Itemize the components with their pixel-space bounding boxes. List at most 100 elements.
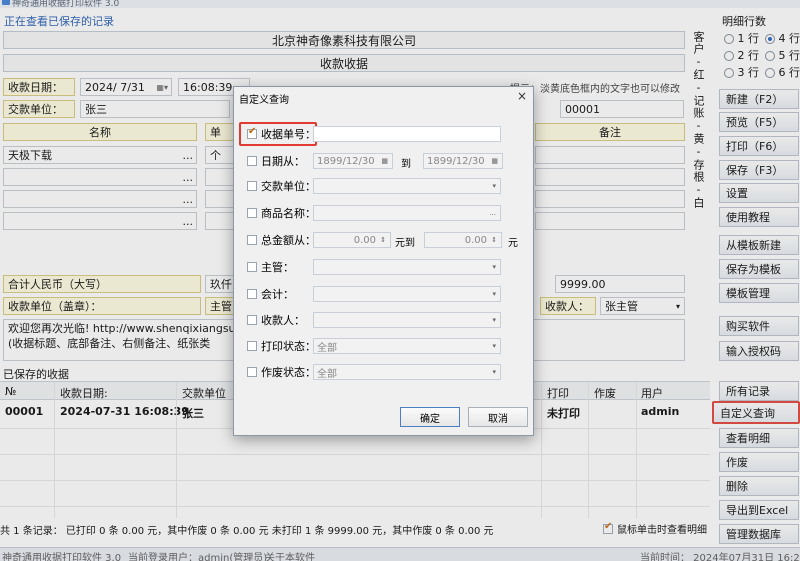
amount-unit-label: 元 <box>508 238 518 249</box>
item-picker-button[interactable]: ... <box>183 149 194 162</box>
col-header-unit: 单 <box>205 123 235 141</box>
ok-button[interactable]: 确定 <box>400 407 460 427</box>
item-unit-4[interactable] <box>205 212 235 230</box>
item-unit-2[interactable] <box>205 168 235 186</box>
settings-button[interactable]: 设置 <box>719 183 799 203</box>
enter-license-button[interactable]: 输入授权码 <box>719 341 799 361</box>
item-note-1[interactable] <box>535 146 685 164</box>
item-note-4[interactable] <box>535 212 685 230</box>
calendar-dropdown-icon[interactable]: ▦▾ <box>156 83 168 92</box>
cancel-button[interactable]: 取消 <box>468 407 528 427</box>
item-unit-3[interactable] <box>205 190 235 208</box>
export-excel-button[interactable]: 导出到Excel <box>719 500 799 520</box>
payer-select[interactable]: ▾ <box>313 178 501 194</box>
amount-to-label: 元到 <box>395 238 415 249</box>
all-records-button[interactable]: 所有记录 <box>719 381 799 401</box>
total-chinese-amount: 玖仟 <box>205 275 235 293</box>
payer-input[interactable]: 张三 <box>80 100 230 118</box>
custom-query-dialog: 自定义查询 × ✔ 收据单号： 日期从： 1899/12/30 ▦ 到 1899/… <box>233 86 534 436</box>
product-checkbox[interactable]: 商品名称： <box>247 204 316 222</box>
amount-checkbox[interactable]: 总金额从： <box>247 231 316 249</box>
window-titlebar: 神奇通用收据打印软件 3.0 <box>0 0 800 9</box>
print-status-checkbox[interactable]: 打印状态： <box>247 337 316 355</box>
status-bar: 神奇通用收据打印软件 3.0 当前登录用户：admin(管理员) 关于本软件 当… <box>0 547 800 561</box>
print-button[interactable]: 打印（F6） <box>719 136 799 156</box>
chevron-down-icon: ▾ <box>492 263 496 271</box>
void-button[interactable]: 作废 <box>719 452 799 472</box>
receipt-no-checkbox[interactable]: ✔ 收据单号： <box>247 125 316 143</box>
manage-database-button[interactable]: 管理数据库 <box>719 524 799 544</box>
col-printed[interactable]: 打印 <box>547 385 569 401</box>
void-status-checkbox[interactable]: 作废状态： <box>247 363 316 381</box>
rows-option-3[interactable]: 3 行 <box>724 64 759 81</box>
amount-to-input[interactable]: 0.00 ⇕ <box>424 232 502 248</box>
receipt-number-field[interactable]: 00001 <box>560 100 684 118</box>
chevron-down-icon: ▾ <box>492 290 496 298</box>
preview-button[interactable]: 预览（F5） <box>719 112 799 132</box>
item-note-2[interactable] <box>535 168 685 186</box>
save-as-template-button[interactable]: 保存为模板 <box>719 259 799 279</box>
rows-panel-title: 明细行数 <box>722 15 766 28</box>
item-picker-button[interactable]: ... <box>183 215 194 228</box>
rows-option-6[interactable]: 6 行 <box>765 64 800 81</box>
template-manage-button[interactable]: 模板管理 <box>719 283 799 303</box>
new-button[interactable]: 新建（F2） <box>719 89 799 109</box>
viewing-status-label: 正在查看已保存的记录 <box>4 15 114 28</box>
product-input[interactable]: ... <box>313 205 501 221</box>
chevron-down-icon: ▾ <box>492 316 496 324</box>
receipt-no-input[interactable] <box>313 126 501 142</box>
item-name-2[interactable]: ... <box>3 168 197 186</box>
col-void[interactable]: 作废 <box>594 385 616 401</box>
view-details-button[interactable]: 查看明细 <box>719 428 799 448</box>
app-icon <box>2 0 10 5</box>
chevron-down-icon: ▾ <box>492 368 496 376</box>
payee-checkbox[interactable]: 收款人： <box>247 311 305 329</box>
rows-option-1[interactable]: 1 行 <box>724 30 759 47</box>
buy-software-button[interactable]: 购买软件 <box>719 316 799 336</box>
col-user[interactable]: 用户 <box>641 385 663 401</box>
col-no[interactable]: № <box>5 385 16 398</box>
total-label: 合计人民币（大写） <box>3 275 201 293</box>
close-icon[interactable]: × <box>517 89 527 103</box>
accountant-select[interactable]: ▾ <box>313 286 501 302</box>
print-status-select[interactable]: 全部 ▾ <box>313 338 501 354</box>
date-to-picker[interactable]: 1899/12/30 ▦ <box>423 153 503 169</box>
delete-button[interactable]: 删除 <box>719 476 799 496</box>
tutorial-button[interactable]: 使用教程 <box>719 207 799 227</box>
seal-label: 收款单位（盖章）： <box>3 297 201 315</box>
click-view-checkbox[interactable]: ✔ 鼠标单击时查看明细 <box>603 521 707 536</box>
total-amount: 9999.00 <box>555 275 685 293</box>
amount-from-input[interactable]: 0.00 ⇕ <box>313 232 391 248</box>
col-header-name: 名称 <box>3 123 197 141</box>
manager-select[interactable]: ▾ <box>313 259 501 275</box>
payer-checkbox[interactable]: 交款单位： <box>247 177 316 195</box>
item-picker-button[interactable]: ... <box>183 171 194 184</box>
col-payer[interactable]: 交款单位 <box>182 385 226 401</box>
rows-option-2[interactable]: 2 行 <box>724 47 759 64</box>
company-field[interactable]: 北京神奇像素科技有限公司 <box>3 31 685 49</box>
item-name-3[interactable]: ... <box>3 190 197 208</box>
item-picker-button[interactable]: ... <box>183 193 194 206</box>
item-note-3[interactable] <box>535 190 685 208</box>
item-name-1[interactable]: 天极下载 ... <box>3 146 197 164</box>
item-name-4[interactable]: ... <box>3 212 197 230</box>
rows-option-5[interactable]: 5 行 <box>765 47 800 64</box>
payee-select[interactable]: ▾ <box>313 312 501 328</box>
custom-query-button[interactable]: 自定义查询 <box>712 401 800 424</box>
new-from-template-button[interactable]: 从模板新建 <box>719 235 799 255</box>
void-status-select[interactable]: 全部 ▾ <box>313 364 501 380</box>
rows-option-4[interactable]: 4 行 <box>765 30 800 47</box>
col-date[interactable]: 收款日期: <box>60 385 108 401</box>
manager-checkbox[interactable]: 主管： <box>247 258 294 276</box>
payee-select[interactable]: 张主管 ▾ <box>600 297 685 315</box>
about-link[interactable]: 关于本软件 <box>265 549 315 561</box>
date-from-picker[interactable]: 1899/12/30 ▦ <box>313 153 393 169</box>
receipt-heading-field[interactable]: 收款收据 <box>3 54 685 72</box>
date-from-checkbox[interactable]: 日期从： <box>247 152 305 170</box>
date-picker[interactable]: 2024/ 7/31 ▦▾ <box>80 78 172 96</box>
col-header-note: 备注 <box>535 123 685 141</box>
accountant-checkbox[interactable]: 会计： <box>247 285 294 303</box>
date-to-label: 到 <box>401 159 411 170</box>
item-unit-1[interactable]: 个 <box>205 146 235 164</box>
save-button[interactable]: 保存（F3） <box>719 160 799 180</box>
